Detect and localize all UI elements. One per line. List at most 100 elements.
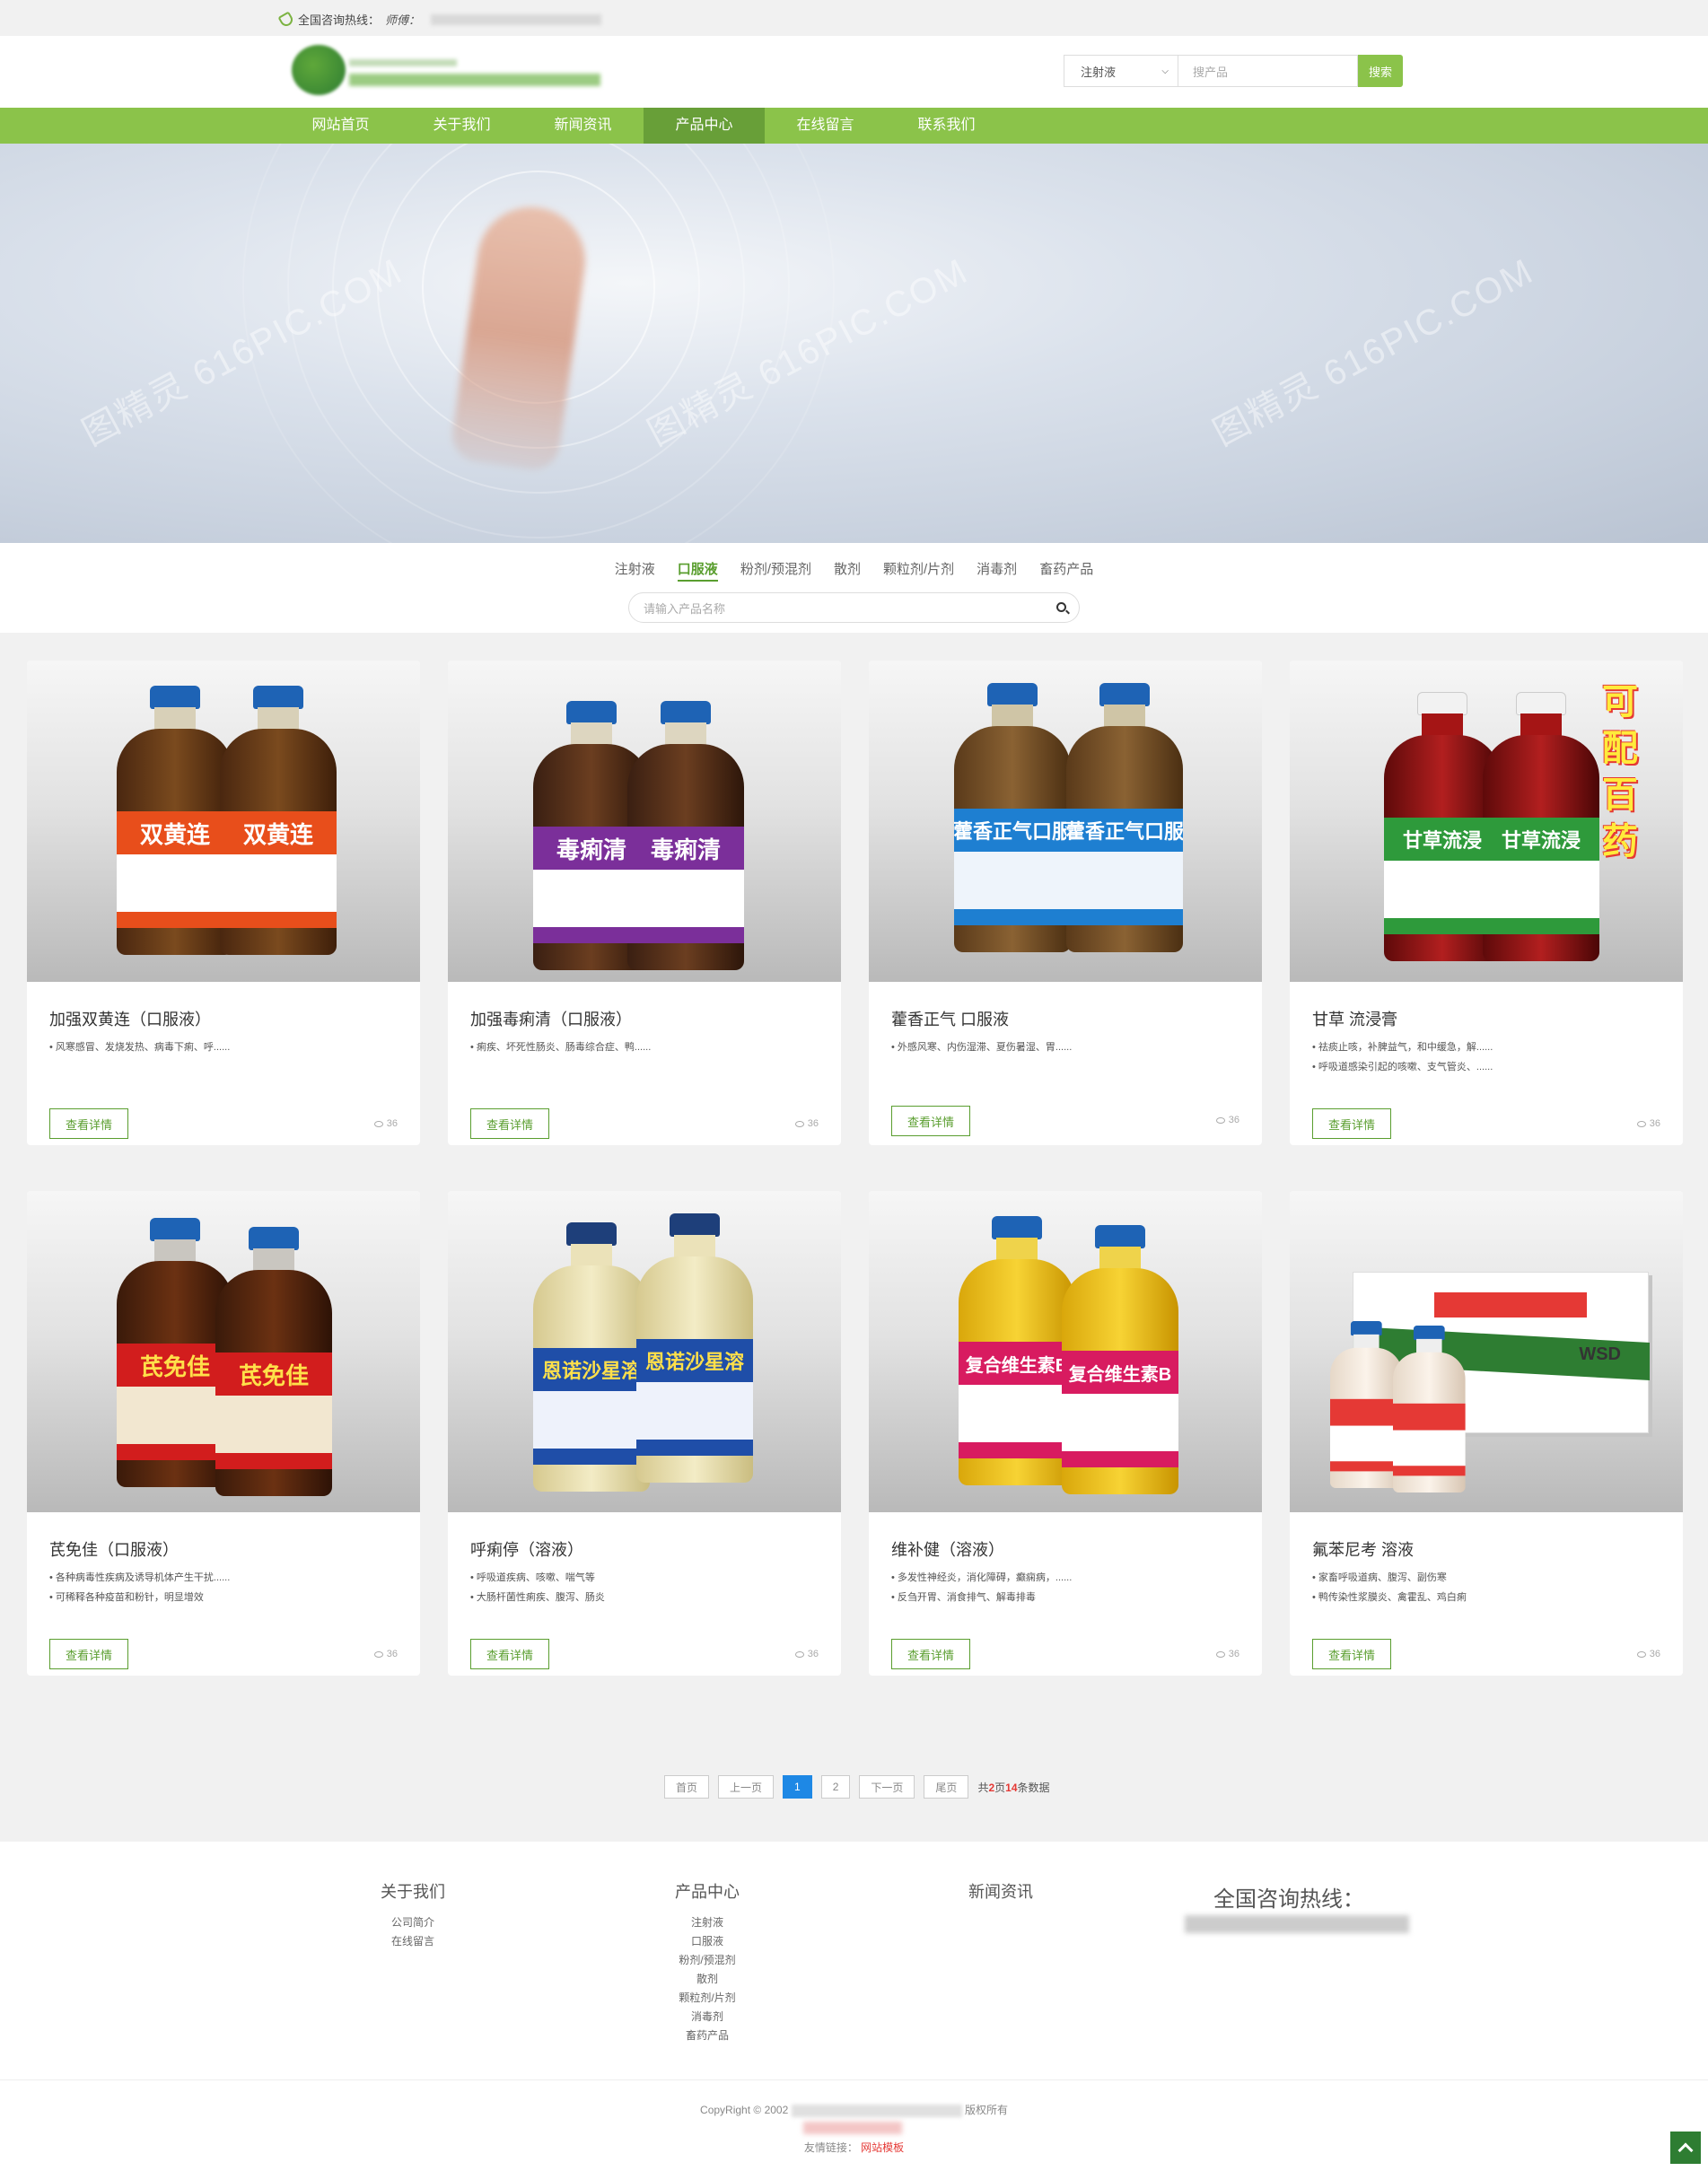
view-details-button[interactable]: 查看详情 [891, 1639, 970, 1669]
eye-icon [373, 1650, 383, 1658]
bottle-label: 芪免佳 [215, 1352, 332, 1396]
view-details-button[interactable]: 查看详情 [470, 1108, 549, 1139]
view-details-button[interactable]: 查看详情 [1312, 1108, 1391, 1139]
view-count: 36 [794, 1118, 819, 1129]
site-logo[interactable] [292, 41, 606, 99]
view-count-value: 36 [1649, 1649, 1660, 1659]
product-card[interactable]: 甘草流浸 甘草流浸 可配百药 甘草 流浸膏 祛痰止咳，补脾益气，和中缓急，解..… [1290, 661, 1683, 1145]
footer-heading[interactable]: 关于我们 [368, 1879, 458, 1903]
header: 注射液 ⌵ 搜产品 搜索 [0, 36, 1708, 108]
search-button[interactable]: 搜索 [1358, 55, 1403, 87]
product-image[interactable]: 毒痢清 毒痢清 [448, 661, 841, 982]
page-last[interactable]: 尾页 [924, 1775, 969, 1799]
category-tab-disinfectant[interactable]: 消毒剂 [977, 559, 1017, 582]
product-card[interactable]: 毒痢清 毒痢清 加强毒痢清（口服液） 痢疾、坏死性肠炎、肠毒综合症、鸭.....… [448, 661, 841, 1145]
product-title[interactable]: 藿香正气 口服液 [891, 1007, 1009, 1030]
view-details-button[interactable]: 查看详情 [1312, 1639, 1391, 1669]
product-card[interactable]: 复合维生素B 复合维生素B 维补健（溶液） 多发性神经炎，消化障碍，癫痫病，..… [869, 1191, 1262, 1676]
footer-link[interactable]: 公司简介 [368, 1913, 458, 1932]
view-count-value: 36 [807, 1649, 819, 1659]
product-title[interactable]: 加强双黄连（口服液） [49, 1007, 211, 1030]
category-tab-granule[interactable]: 颗粒剂/片剂 [883, 559, 954, 582]
nav-item-contact[interactable]: 联系我们 [886, 108, 1007, 144]
product-desc: 家畜呼吸道病、腹泻、副伤寒 鸭传染性浆膜炎、禽霍乱、鸡白痢 [1312, 1568, 1467, 1607]
bottle-label: 复合维生素B [1062, 1351, 1178, 1394]
product-card[interactable]: 芪免佳 芪免佳 芪免佳（口服液） 各种病毒性疾病及诱导机体产生干扰...... … [27, 1191, 420, 1676]
copyright-prefix: CopyRight © 2002 [700, 2104, 789, 2116]
view-count: 36 [794, 1649, 819, 1659]
footer-link[interactable]: 口服液 [662, 1932, 752, 1951]
product-title[interactable]: 甘草 流浸膏 [1312, 1007, 1397, 1030]
page-number[interactable]: 2 [820, 1775, 851, 1799]
banner-image: 图精灵 616PIC.COM 图精灵 616PIC.COM 图精灵 616PIC… [0, 144, 1708, 543]
product-title[interactable]: 氟苯尼考 溶液 [1312, 1537, 1414, 1561]
category-tab-powder[interactable]: 粉剂/预混剂 [740, 559, 811, 582]
pagination: 首页 上一页 1 2 下一页 尾页 共2页14条数据 [664, 1775, 1050, 1799]
footer-heading[interactable]: 产品中心 [662, 1879, 752, 1903]
product-desc-line: 外感风寒、内伤湿滞、夏伤暑湿、胃...... [891, 1037, 1072, 1057]
footer-link[interactable]: 散剂 [662, 1970, 752, 1989]
footer-link[interactable]: 注射液 [662, 1913, 752, 1932]
redacted-hotline [1185, 1915, 1409, 1933]
total-items: 14 [1005, 1781, 1018, 1794]
footer-link[interactable]: 粉剂/预混剂 [662, 1951, 752, 1970]
category-tab-livestock[interactable]: 畜药产品 [1039, 559, 1093, 582]
product-title[interactable]: 维补健（溶液） [891, 1537, 1004, 1561]
chevron-down-icon: ⌵ [1161, 66, 1169, 76]
product-title[interactable]: 芪免佳（口服液） [49, 1537, 179, 1561]
product-image[interactable]: 复合维生素B 复合维生素B [869, 1191, 1262, 1512]
product-desc: 祛痰止咳，补脾益气，和中缓急，解...... 呼吸道感染引起的咳嗽、支气管炎、.… [1312, 1037, 1493, 1077]
eye-icon [373, 1120, 383, 1127]
page-number[interactable]: 1 [783, 1775, 812, 1799]
product-search-input[interactable]: 请输入产品名称 [628, 592, 1080, 623]
product-image[interactable]: 恩诺沙星溶 恩诺沙星溶 [448, 1191, 841, 1512]
view-details-button[interactable]: 查看详情 [49, 1108, 128, 1139]
footer-link[interactable]: 颗粒剂/片剂 [662, 1989, 752, 2008]
top-bar: 全国咨询热线： 师傅： [0, 0, 1708, 36]
page-next[interactable]: 下一页 [859, 1775, 915, 1799]
nav-item-about[interactable]: 关于我们 [401, 108, 522, 144]
category-tab-oral[interactable]: 口服液 [677, 559, 718, 582]
footer-link[interactable]: 畜药产品 [662, 2027, 752, 2045]
view-details-button[interactable]: 查看详情 [891, 1106, 970, 1136]
friend-link[interactable]: 网站模板 [861, 2141, 904, 2154]
page-prev[interactable]: 上一页 [718, 1775, 775, 1799]
footer-heading[interactable]: 新闻资讯 [956, 1879, 1046, 1903]
logo-mark [292, 45, 346, 95]
nav-item-message[interactable]: 在线留言 [765, 108, 886, 144]
bottle-label: 甘草流浸 [1483, 818, 1599, 861]
footer-link[interactable]: 在线留言 [368, 1932, 458, 1951]
redacted-company [791, 2104, 962, 2117]
product-title[interactable]: 呼痢停（溶液） [470, 1537, 583, 1561]
back-to-top-button[interactable] [1670, 2132, 1701, 2164]
product-card[interactable]: 双黄连 双黄连 加强双黄连（口服液） 风寒感冒、发烧发热、病毒下痢、呼.....… [27, 661, 420, 1145]
bottle-label: 藿香正气口服 [1066, 809, 1183, 852]
nav-item-products[interactable]: 产品中心 [644, 108, 765, 144]
category-tab-san[interactable]: 散剂 [834, 559, 861, 582]
category-tab-injection[interactable]: 注射液 [615, 559, 655, 582]
product-image[interactable]: 芪免佳 芪免佳 [27, 1191, 420, 1512]
logo-text-small [349, 59, 457, 66]
product-card[interactable]: 恩诺沙星溶 恩诺沙星溶 呼痢停（溶液） 呼吸道疾病、咳嗽、喘气等 大肠杆菌性痢疾… [448, 1191, 841, 1676]
search-input[interactable]: 搜产品 [1178, 55, 1358, 87]
search-icon[interactable] [1056, 602, 1066, 612]
page-first[interactable]: 首页 [664, 1775, 710, 1799]
product-card[interactable]: 藿香正气口服 藿香正气口服 藿香正气 口服液 外感风寒、内伤湿滞、夏伤暑湿、胃.… [869, 661, 1262, 1145]
product-desc: 各种病毒性疾病及诱导机体产生干扰...... 可稀释各种疫苗和粉针，明显增效 [49, 1568, 230, 1607]
search-category-select[interactable]: 注射液 ⌵ [1064, 55, 1178, 87]
product-title[interactable]: 加强毒痢清（口服液） [470, 1007, 632, 1030]
product-image[interactable]: 藿香正气口服 藿香正气口服 [869, 661, 1262, 982]
footer: 关于我们 公司简介 在线留言 产品中心 注射液 口服液 粉剂/预混剂 散剂 颗粒… [0, 1842, 1708, 2079]
product-image[interactable]: WSD [1290, 1191, 1683, 1512]
header-search: 注射液 ⌵ 搜产品 搜索 [1064, 55, 1403, 87]
footer-link[interactable]: 消毒剂 [662, 2008, 752, 2027]
view-details-button[interactable]: 查看详情 [470, 1639, 549, 1669]
bottle-label: 恩诺沙星溶 [636, 1339, 753, 1382]
nav-item-news[interactable]: 新闻资讯 [522, 108, 644, 144]
nav-item-home[interactable]: 网站首页 [280, 108, 401, 144]
footer-col-about: 关于我们 公司简介 在线留言 [368, 1879, 458, 1951]
product-image[interactable]: 双黄连 双黄连 [27, 661, 420, 982]
product-image[interactable]: 甘草流浸 甘草流浸 可配百药 [1290, 661, 1683, 982]
view-details-button[interactable]: 查看详情 [49, 1639, 128, 1669]
product-card[interactable]: WSD 氟苯尼考 溶液 家畜呼吸道病、腹泻、副伤寒 鸭传染性浆膜炎、禽霍乱、鸡白… [1290, 1191, 1683, 1676]
